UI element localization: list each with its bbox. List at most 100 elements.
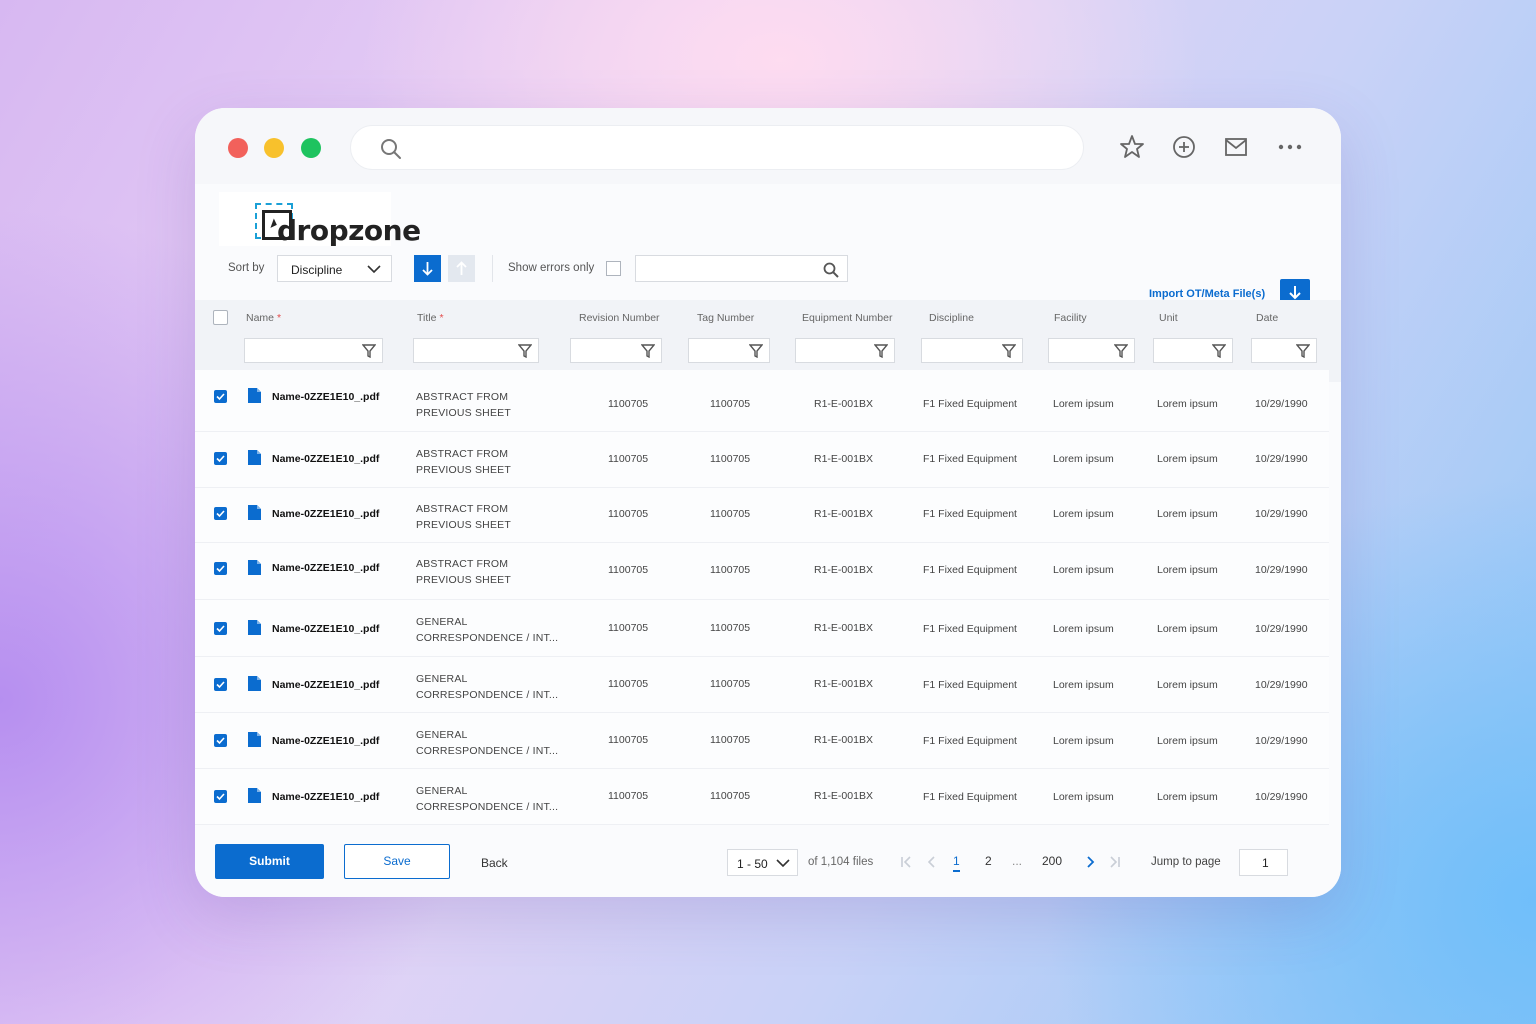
filter-equipment[interactable] bbox=[795, 338, 895, 363]
mail-icon[interactable] bbox=[1223, 134, 1249, 160]
back-button[interactable]: Back bbox=[481, 856, 508, 870]
discipline: F1 Fixed Equipment bbox=[923, 735, 1017, 747]
row-checkbox[interactable] bbox=[214, 622, 227, 635]
row-checkbox[interactable] bbox=[214, 790, 227, 803]
toolbar-divider bbox=[492, 255, 493, 282]
per-page-select[interactable]: 1 - 50 bbox=[727, 849, 798, 876]
date: 10/29/1990 bbox=[1255, 679, 1308, 691]
sort-descending-button[interactable] bbox=[414, 255, 441, 282]
filter-facility[interactable] bbox=[1048, 338, 1135, 363]
column-header-discipline[interactable]: Discipline bbox=[929, 312, 974, 324]
search-icon bbox=[823, 262, 839, 278]
table-row[interactable]: Name-0ZZE1E10_.pdf GENERAL CORRESPONDENCE… bbox=[195, 600, 1329, 657]
column-header-date[interactable]: Date bbox=[1256, 312, 1278, 324]
equipment-number: R1-E-001BX bbox=[814, 734, 873, 746]
file-name[interactable]: Name-0ZZE1E10_.pdf bbox=[272, 623, 379, 635]
date: 10/29/1990 bbox=[1255, 508, 1308, 520]
close-window-button[interactable] bbox=[228, 138, 248, 158]
prev-page-icon[interactable] bbox=[925, 855, 939, 869]
revision-number: 1100705 bbox=[608, 734, 649, 746]
table-row[interactable]: Name-0ZZE1E10_.pdf ABSTRACT FROM PREVIOUS… bbox=[195, 432, 1329, 488]
column-header-name[interactable]: Name * bbox=[246, 312, 281, 324]
check-icon bbox=[216, 793, 225, 801]
file-name[interactable]: Name-0ZZE1E10_.pdf bbox=[272, 562, 379, 574]
minimize-window-button[interactable] bbox=[264, 138, 284, 158]
search-input[interactable] bbox=[635, 255, 848, 282]
tag-number: 1100705 bbox=[710, 678, 751, 690]
filter-discipline[interactable] bbox=[921, 338, 1023, 363]
page-2[interactable]: 2 bbox=[985, 854, 992, 868]
date: 10/29/1990 bbox=[1255, 453, 1308, 465]
filter-title[interactable] bbox=[413, 338, 539, 363]
column-header-title[interactable]: Title * bbox=[417, 312, 444, 324]
unit: Lorem ipsum bbox=[1157, 508, 1218, 520]
file-name[interactable]: Name-0ZZE1E10_.pdf bbox=[272, 453, 379, 465]
facility: Lorem ipsum bbox=[1053, 679, 1114, 691]
revision-number: 1100705 bbox=[608, 790, 649, 802]
last-page-icon[interactable] bbox=[1108, 855, 1122, 869]
show-errors-checkbox[interactable] bbox=[606, 261, 621, 276]
file-name[interactable]: Name-0ZZE1E10_.pdf bbox=[272, 791, 379, 803]
row-checkbox[interactable] bbox=[214, 562, 227, 575]
unit: Lorem ipsum bbox=[1157, 679, 1218, 691]
sort-select[interactable]: Discipline bbox=[277, 255, 392, 282]
file-name[interactable]: Name-0ZZE1E10_.pdf bbox=[272, 508, 379, 520]
maximize-window-button[interactable] bbox=[301, 138, 321, 158]
more-icon[interactable] bbox=[1277, 134, 1303, 160]
table-row[interactable]: Name-0ZZE1E10_.pdf ABSTRACT FROM PREVIOUS… bbox=[195, 488, 1329, 543]
page-last[interactable]: 200 bbox=[1042, 854, 1062, 868]
page-1[interactable]: 1 bbox=[953, 854, 960, 872]
row-checkbox[interactable] bbox=[214, 390, 227, 403]
select-all-checkbox[interactable] bbox=[213, 310, 228, 325]
file-title: ABSTRACT FROM PREVIOUS SHEET bbox=[416, 448, 511, 476]
row-checkbox[interactable] bbox=[214, 678, 227, 691]
filter-name[interactable] bbox=[244, 338, 383, 363]
equipment-number: R1-E-001BX bbox=[814, 398, 873, 410]
column-header-revision[interactable]: Revision Number bbox=[579, 312, 660, 324]
save-button[interactable]: Save bbox=[344, 844, 450, 879]
tag-number: 1100705 bbox=[710, 734, 751, 746]
equipment-number: R1-E-001BX bbox=[814, 453, 873, 465]
plus-circle-icon[interactable] bbox=[1171, 134, 1197, 160]
filter-icon bbox=[1114, 344, 1128, 358]
next-page-icon[interactable] bbox=[1083, 855, 1097, 869]
file-name[interactable]: Name-0ZZE1E10_.pdf bbox=[272, 391, 379, 403]
first-page-icon[interactable] bbox=[899, 855, 913, 869]
file-count: of 1,104 files bbox=[808, 856, 874, 868]
file-title: GENERAL CORRESPONDENCE / INT... bbox=[416, 616, 559, 644]
jump-to-page-input[interactable]: 1 bbox=[1239, 849, 1288, 876]
filter-icon bbox=[1296, 344, 1310, 358]
sort-label: Sort by bbox=[228, 262, 265, 274]
column-header-tag[interactable]: Tag Number bbox=[697, 312, 754, 324]
file-name[interactable]: Name-0ZZE1E10_.pdf bbox=[272, 735, 379, 747]
date: 10/29/1990 bbox=[1255, 791, 1308, 803]
column-header-equipment[interactable]: Equipment Number bbox=[802, 312, 892, 324]
sort-ascending-button[interactable] bbox=[448, 255, 475, 282]
filter-date[interactable] bbox=[1251, 338, 1317, 363]
facility: Lorem ipsum bbox=[1053, 791, 1114, 803]
import-link[interactable]: Import OT/Meta File(s) bbox=[1149, 288, 1265, 300]
table-row[interactable]: Name-0ZZE1E10_.pdf ABSTRACT FROM PREVIOUS… bbox=[195, 370, 1329, 432]
tag-number: 1100705 bbox=[710, 790, 751, 802]
submit-button[interactable]: Submit bbox=[215, 844, 324, 879]
filter-tag[interactable] bbox=[688, 338, 770, 363]
column-header-facility[interactable]: Facility bbox=[1054, 312, 1087, 324]
filter-unit[interactable] bbox=[1153, 338, 1233, 363]
table-row[interactable]: Name-0ZZE1E10_.pdf GENERAL CORRESPONDENCE… bbox=[195, 657, 1329, 713]
star-icon[interactable] bbox=[1119, 134, 1145, 160]
table-row[interactable]: Name-0ZZE1E10_.pdf GENERAL CORRESPONDENCE… bbox=[195, 769, 1329, 825]
column-header-unit[interactable]: Unit bbox=[1159, 312, 1178, 324]
row-checkbox[interactable] bbox=[214, 507, 227, 520]
filter-icon bbox=[641, 344, 655, 358]
file-name[interactable]: Name-0ZZE1E10_.pdf bbox=[272, 679, 379, 691]
table-row[interactable]: Name-0ZZE1E10_.pdf ABSTRACT FROM PREVIOUS… bbox=[195, 543, 1329, 600]
tag-number: 1100705 bbox=[710, 508, 751, 520]
chevron-down-icon bbox=[776, 859, 790, 868]
table-row[interactable]: Name-0ZZE1E10_.pdf GENERAL CORRESPONDENCE… bbox=[195, 713, 1329, 769]
row-checkbox[interactable] bbox=[214, 452, 227, 465]
date: 10/29/1990 bbox=[1255, 623, 1308, 635]
filter-icon bbox=[749, 344, 763, 358]
address-bar[interactable] bbox=[350, 125, 1084, 170]
filter-revision[interactable] bbox=[570, 338, 662, 363]
row-checkbox[interactable] bbox=[214, 734, 227, 747]
